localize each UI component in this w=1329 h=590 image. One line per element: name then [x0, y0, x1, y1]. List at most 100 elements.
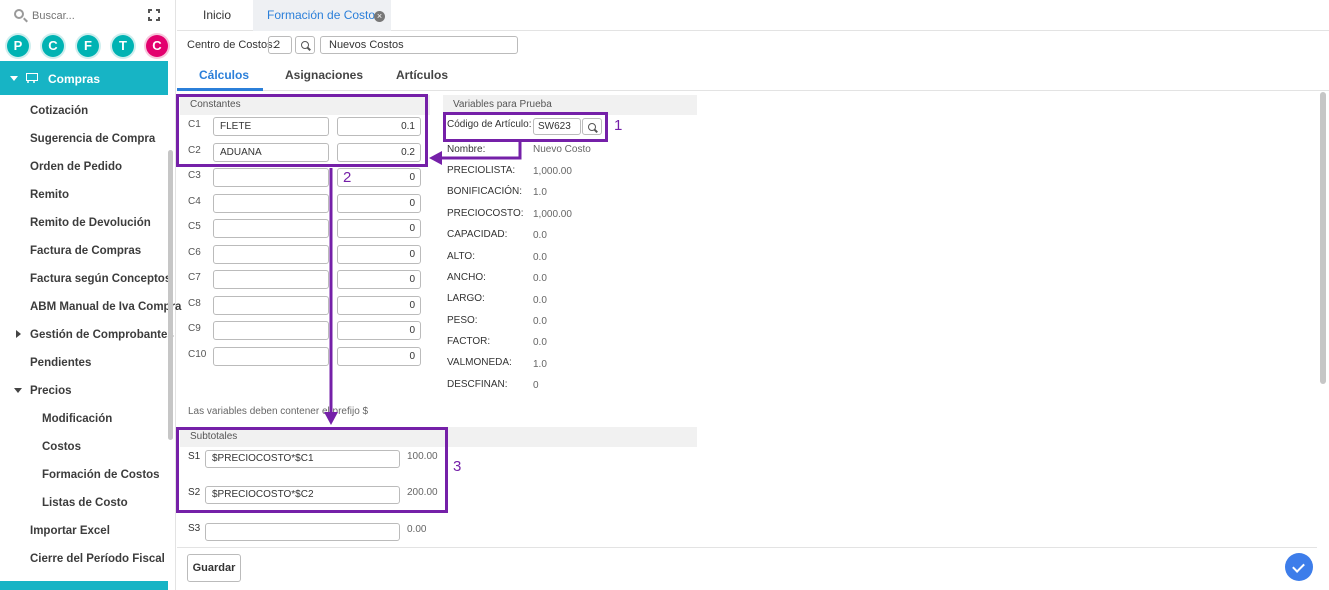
sidebar-item-label: Cierre del Período Fiscal: [30, 553, 165, 565]
constant-label: C9: [188, 323, 201, 334]
constant-value-field[interactable]: 0: [337, 270, 421, 289]
constant-label: C4: [188, 196, 201, 207]
constant-value-field[interactable]: 0: [337, 321, 421, 340]
close-icon[interactable]: ×: [374, 11, 385, 22]
variable-value: 0: [533, 380, 539, 391]
sidebar-item-label: Factura según Conceptos: [30, 273, 172, 285]
chevron-down-icon: [14, 388, 22, 393]
sidebar-item-formacion-costos[interactable]: Formación de Costos: [0, 461, 168, 489]
document-tabs: Inicio Formación de Costos ×: [177, 0, 1329, 31]
sidebar-item-listas-costo[interactable]: Listas de Costo: [0, 489, 168, 517]
variable-value: 1,000.00: [533, 166, 572, 177]
constant-name-field[interactable]: [213, 245, 329, 264]
sidebar-section-label: Compras: [48, 72, 101, 86]
search-input[interactable]: [32, 7, 132, 25]
sidebar-item-remito[interactable]: Remito: [0, 181, 168, 209]
constant-label: C8: [188, 298, 201, 309]
shortcut-p[interactable]: P: [7, 35, 29, 57]
sidebar-item-sugerencia[interactable]: Sugerencia de Compra: [0, 125, 168, 153]
sidebar-item-label: Orden de Pedido: [30, 161, 123, 173]
sidebar-item-abm-iva[interactable]: ABM Manual de Iva Compra: [0, 293, 181, 321]
variables-note: Las variables deben contener el prefijo …: [188, 406, 369, 417]
sidebar-item-label: Listas de Costo: [42, 497, 128, 509]
tab-formacion-costos[interactable]: Formación de Costos ×: [253, 0, 391, 31]
constant-name-field[interactable]: [213, 219, 329, 238]
sidebar-item-label: Modificación: [42, 413, 113, 425]
save-button[interactable]: Guardar: [187, 554, 241, 582]
sidebar-section-compras[interactable]: Compras: [0, 61, 168, 95]
constant-label: C5: [188, 221, 201, 232]
sidebar-item-factura-compras[interactable]: Factura de Compras: [0, 237, 168, 265]
tab-articulos[interactable]: Artículos: [396, 68, 448, 82]
sidebar-item-label: Remito: [30, 189, 69, 201]
variable-label: PRECIOCOSTO:: [447, 208, 524, 219]
constant-name-field[interactable]: [213, 194, 329, 213]
tab-inicio[interactable]: Inicio: [187, 0, 247, 31]
variable-label: PRECIOLISTA:: [447, 165, 516, 176]
constant-value-field[interactable]: 0: [337, 194, 421, 213]
constant-name-field[interactable]: [213, 168, 329, 187]
sidebar-item-precios[interactable]: Precios: [0, 377, 168, 405]
centro-costos-search-button[interactable]: [295, 36, 315, 54]
sidebar-item-factura-conceptos[interactable]: Factura según Conceptos: [0, 265, 172, 293]
variable-value: 0.0: [533, 295, 547, 306]
shortcut-f[interactable]: F: [77, 35, 99, 57]
callout-3: 3: [453, 458, 462, 475]
variable-value: 1.0: [533, 187, 547, 198]
sidebar-item-cierre-periodo[interactable]: Cierre del Período Fiscal: [0, 545, 168, 573]
arrow-head: [429, 151, 442, 165]
constant-value-field[interactable]: 0: [337, 219, 421, 238]
variable-label: ALTO:: [447, 251, 475, 262]
sidebar-item-remito-devolucion[interactable]: Remito de Devolución: [0, 209, 168, 237]
sidebar-item-gestion-comprobantes[interactable]: Gestión de Comprobantes: [0, 321, 174, 349]
constant-name-field[interactable]: [213, 296, 329, 315]
sidebar-item-cotizacion[interactable]: Cotización: [0, 97, 168, 125]
constant-name-field[interactable]: [213, 321, 329, 340]
shortcut-t[interactable]: T: [112, 35, 134, 57]
sidebar-item-label: ABM Manual de Iva Compra: [30, 301, 182, 313]
callout-1: 1: [614, 117, 623, 134]
subtotal-value: 0.00: [407, 524, 427, 535]
variable-value: 0.0: [533, 337, 547, 348]
variable-value: Nuevo Costo: [533, 144, 591, 155]
constant-value-field[interactable]: 0: [337, 245, 421, 264]
variable-value: 0.0: [533, 316, 547, 327]
variable-value: 0.0: [533, 252, 547, 263]
constant-value-field[interactable]: 0: [337, 296, 421, 315]
chevron-right-icon: [16, 330, 21, 338]
constant-label: C3: [188, 170, 201, 181]
tab-calculos[interactable]: Cálculos: [199, 68, 249, 82]
sidebar-item-orden-pedido[interactable]: Orden de Pedido: [0, 153, 168, 181]
highlight-box-subtotales: [176, 427, 448, 513]
cart-icon: [24, 70, 38, 84]
subtabs: Cálculos Asignaciones Artículos: [177, 60, 1329, 91]
tab-asignaciones[interactable]: Asignaciones: [285, 68, 363, 82]
centro-costos-name-field[interactable]: Nuevos Costos: [320, 36, 518, 54]
sidebar-item-costos[interactable]: Costos: [0, 433, 168, 461]
constant-name-field[interactable]: [213, 270, 329, 289]
fullscreen-icon[interactable]: [148, 9, 160, 21]
constant-value-field[interactable]: 0: [337, 347, 421, 366]
sidebar-item-importar-excel[interactable]: Importar Excel: [0, 517, 168, 545]
search-icon: [14, 9, 24, 19]
sidebar-item-modificacion[interactable]: Modificación: [0, 405, 168, 433]
sidebar-item-label: Cotización: [30, 105, 89, 117]
shortcut-c-alt[interactable]: C: [146, 35, 168, 57]
check-icon[interactable]: [1285, 553, 1313, 581]
shortcut-c[interactable]: C: [42, 35, 64, 57]
footer-divider: [177, 547, 1317, 548]
sidebar-item-label: Pendientes: [30, 357, 92, 369]
sidebar-scrollbar[interactable]: [168, 150, 173, 440]
sidebar-item-pendientes[interactable]: Pendientes: [0, 349, 168, 377]
variable-label: FACTOR:: [447, 336, 491, 347]
centro-costos-code-field[interactable]: 2: [268, 36, 292, 54]
subtotal-label: S3: [188, 523, 201, 534]
highlight-box-articulo: [443, 112, 608, 142]
constant-name-field[interactable]: [213, 347, 329, 366]
variable-label: Nombre:: [447, 144, 486, 155]
sidebar-item-label: Costos: [42, 441, 81, 453]
subtotal-formula-field[interactable]: [205, 523, 400, 541]
sidebar-item-label: Remito de Devolución: [30, 217, 151, 229]
variable-label: BONIFICACIÓN:: [447, 186, 523, 197]
content-scrollbar[interactable]: [1320, 92, 1326, 384]
